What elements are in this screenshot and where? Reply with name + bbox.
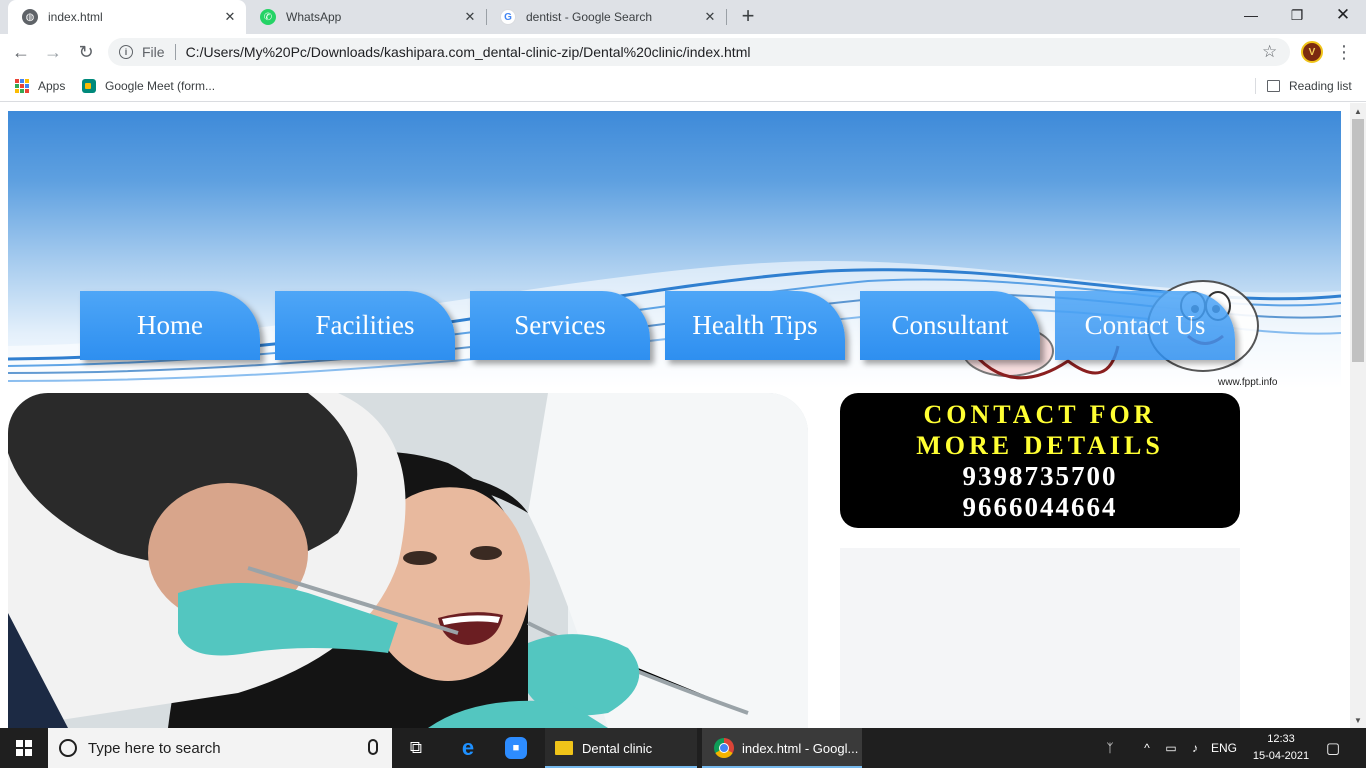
minimize-button[interactable]: — (1228, 0, 1274, 30)
tab-title: index.html (48, 10, 103, 24)
volume-icon[interactable]: ♪ (1184, 728, 1206, 768)
bookmarks-bar: Apps Google Meet (form... Reading list (0, 70, 1366, 102)
watermark-text: www.fppt.info (1218, 377, 1278, 388)
taskbar-search[interactable]: Type here to search (48, 728, 392, 768)
clock-date: 15-04-2021 (1252, 750, 1310, 762)
zoom-app-icon[interactable]: ■ (492, 728, 540, 768)
windows-taskbar: Type here to search ⧉ e ■ Dental clinic … (0, 728, 1366, 768)
nav-contact-us[interactable]: Contact Us (1055, 291, 1235, 360)
nav-consultant[interactable]: Consultant (860, 291, 1040, 360)
phone-number-1: 9398735700 (962, 460, 1118, 491)
sidebar-panel (840, 548, 1240, 728)
chrome-icon (714, 738, 734, 758)
people-icon[interactable]: ᛉ (1098, 728, 1122, 768)
back-button[interactable]: ← (8, 39, 34, 65)
nav-health-tips[interactable]: Health Tips (665, 291, 845, 360)
notifications-icon[interactable]: ▢ (1318, 728, 1348, 768)
scrollbar-thumb[interactable] (1352, 119, 1364, 362)
contact-title: CONTACT FOR MORE DETAILS (916, 399, 1164, 460)
folder-icon (555, 741, 573, 755)
battery-icon[interactable]: ▭ (1160, 728, 1182, 768)
zoom-camera-icon: ■ (505, 737, 527, 759)
taskbar-app-chrome[interactable]: index.html - Googl... (702, 728, 862, 768)
tab-whatsapp[interactable]: ✆ WhatsApp ✕ (246, 0, 486, 34)
apps-grid-icon (15, 79, 29, 93)
bookmarks-divider (1255, 78, 1256, 94)
phone-number-2: 9666044664 (962, 491, 1118, 522)
edge-icon[interactable]: e (444, 728, 492, 768)
taskbar-app-dental-clinic[interactable]: Dental clinic (545, 728, 697, 768)
task-view-icon[interactable]: ⧉ (392, 728, 440, 768)
dentist-photo-illustration (8, 393, 808, 728)
profile-avatar[interactable]: V (1301, 41, 1323, 63)
reload-button[interactable]: ↻ (73, 39, 99, 65)
bookmark-google-meet[interactable]: Google Meet (form... (82, 77, 215, 95)
tab-google-search[interactable]: G dentist - Google Search ✕ (486, 0, 726, 34)
globe-icon: ◍ (22, 9, 38, 25)
tab-close-icon[interactable]: ✕ (700, 9, 720, 25)
tab-close-icon[interactable]: ✕ (220, 9, 240, 25)
reading-list-label: Reading list (1289, 79, 1352, 93)
info-icon[interactable]: i (119, 45, 133, 59)
reading-list-icon (1267, 80, 1280, 92)
restore-button[interactable]: ❐ (1274, 0, 1320, 30)
browser-toolbar: ← → ↻ i File C:/Users/My%20Pc/Downloads/… (0, 34, 1366, 70)
bookmark-label: Apps (38, 79, 66, 93)
close-window-button[interactable]: ✕ (1320, 0, 1366, 30)
system-clock[interactable]: 12:33 15-04-2021 (1246, 731, 1316, 765)
address-bar[interactable]: i File C:/Users/My%20Pc/Downloads/kaship… (108, 38, 1290, 66)
scroll-up-arrow-icon[interactable]: ▲ (1350, 103, 1366, 119)
language-indicator[interactable]: ENG (1208, 728, 1240, 768)
url-text[interactable]: C:/Users/My%20Pc/Downloads/kashipara.com… (186, 44, 751, 60)
nav-home[interactable]: Home (80, 291, 260, 360)
new-tab-button[interactable]: + (736, 4, 760, 30)
nav-facilities[interactable]: Facilities (275, 291, 455, 360)
tab-title: WhatsApp (286, 10, 342, 24)
google-icon: G (500, 9, 516, 25)
vertical-scrollbar[interactable]: ▲ ▼ (1350, 103, 1366, 728)
tab-title: dentist - Google Search (526, 10, 653, 24)
whatsapp-icon: ✆ (260, 9, 276, 25)
contact-details-box: CONTACT FOR MORE DETAILS 9398735700 9666… (840, 393, 1240, 528)
header-banner: Home Facilities Services Health Tips Con… (8, 111, 1341, 390)
microphone-icon[interactable] (368, 739, 378, 755)
show-hidden-icons-icon[interactable]: ^ (1138, 728, 1156, 768)
forward-button[interactable]: → (40, 39, 66, 65)
search-placeholder: Type here to search (88, 739, 221, 757)
start-button[interactable] (0, 728, 48, 768)
windows-logo-icon (16, 740, 32, 756)
reading-list-button[interactable]: Reading list (1267, 77, 1352, 95)
url-scheme: File (142, 44, 165, 60)
taskbar-app-label: index.html - Googl... (742, 740, 859, 756)
taskbar-app-label: Dental clinic (582, 740, 653, 756)
more-menu-icon[interactable]: ⋮ (1335, 40, 1353, 64)
bookmark-apps[interactable]: Apps (15, 77, 65, 95)
page-viewport: Home Facilities Services Health Tips Con… (0, 103, 1350, 728)
scroll-down-arrow-icon[interactable]: ▼ (1350, 712, 1366, 728)
nav-services[interactable]: Services (470, 291, 650, 360)
omnibox-divider (174, 44, 176, 60)
bookmark-label: Google Meet (form... (105, 79, 216, 93)
clock-time: 12:33 (1267, 733, 1295, 745)
tab-separator (726, 9, 727, 25)
tab-index-html[interactable]: ◍ index.html ✕ (8, 0, 246, 34)
tab-strip: ◍ index.html ✕ ✆ WhatsApp ✕ G dentist - … (0, 0, 1366, 34)
bookmark-star-icon[interactable]: ☆ (1262, 42, 1277, 62)
dentist-photo (8, 393, 808, 728)
cortana-icon (59, 739, 77, 757)
tab-close-icon[interactable]: ✕ (460, 9, 480, 25)
google-meet-icon (82, 79, 96, 93)
